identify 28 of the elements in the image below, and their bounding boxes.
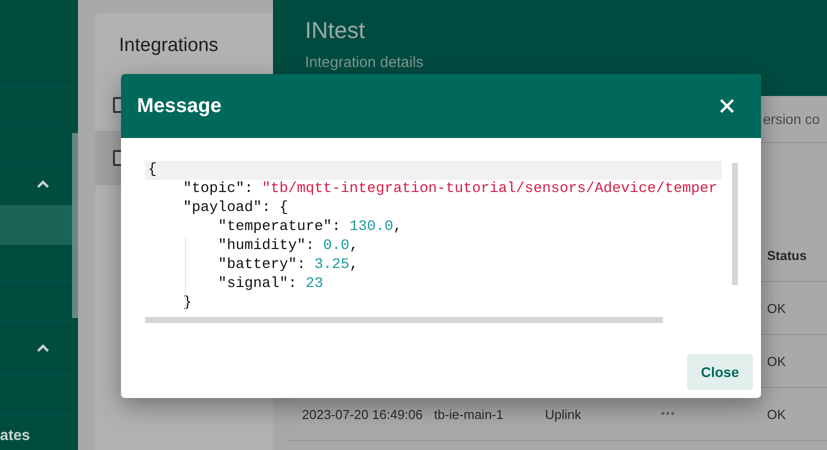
chevron-up-icon bbox=[36, 179, 50, 189]
code-line: "battery": 3.25, bbox=[217, 256, 360, 275]
code-line: "humidity": 0.0, bbox=[217, 237, 360, 256]
close-button[interactable]: Close bbox=[686, 354, 753, 390]
tab[interactable]: ersion co bbox=[763, 111, 820, 127]
table-cell-text: OK bbox=[767, 406, 787, 422]
scrollbar[interactable] bbox=[145, 317, 663, 323]
details-subtitle: Integration details bbox=[305, 54, 424, 71]
code-line: "topic": "tb/mqtt-integration-tutorial/sensors/Adevice/temper bbox=[182, 180, 718, 199]
table-cell-text: Uplink bbox=[545, 406, 582, 422]
code-line: "payload": { bbox=[182, 199, 290, 218]
scrollbar[interactable] bbox=[732, 163, 738, 285]
table-cell-text: OK bbox=[767, 300, 787, 316]
table-cell-text: tb-ie-main-1 bbox=[434, 406, 504, 422]
card-title: Integrations bbox=[118, 34, 220, 58]
dialog-title: Message bbox=[137, 94, 222, 118]
chevron-up-icon bbox=[36, 343, 50, 353]
details-title: INtest bbox=[305, 17, 366, 44]
sidebar-item[interactable]: ates bbox=[0, 410, 72, 450]
table-cell-text: OK bbox=[767, 354, 787, 368]
sidebar-item-label: ates bbox=[0, 427, 30, 446]
code-line: "signal": 23 bbox=[217, 275, 324, 294]
table-cell-text: 2023-07-20 16:49:06 bbox=[302, 406, 424, 422]
close-icon bbox=[719, 98, 735, 114]
scrollbar[interactable] bbox=[72, 133, 78, 318]
sidebar-item[interactable] bbox=[0, 205, 72, 246]
column-header: Status bbox=[767, 248, 808, 262]
code-line: "temperature": 130.0, bbox=[217, 218, 403, 237]
